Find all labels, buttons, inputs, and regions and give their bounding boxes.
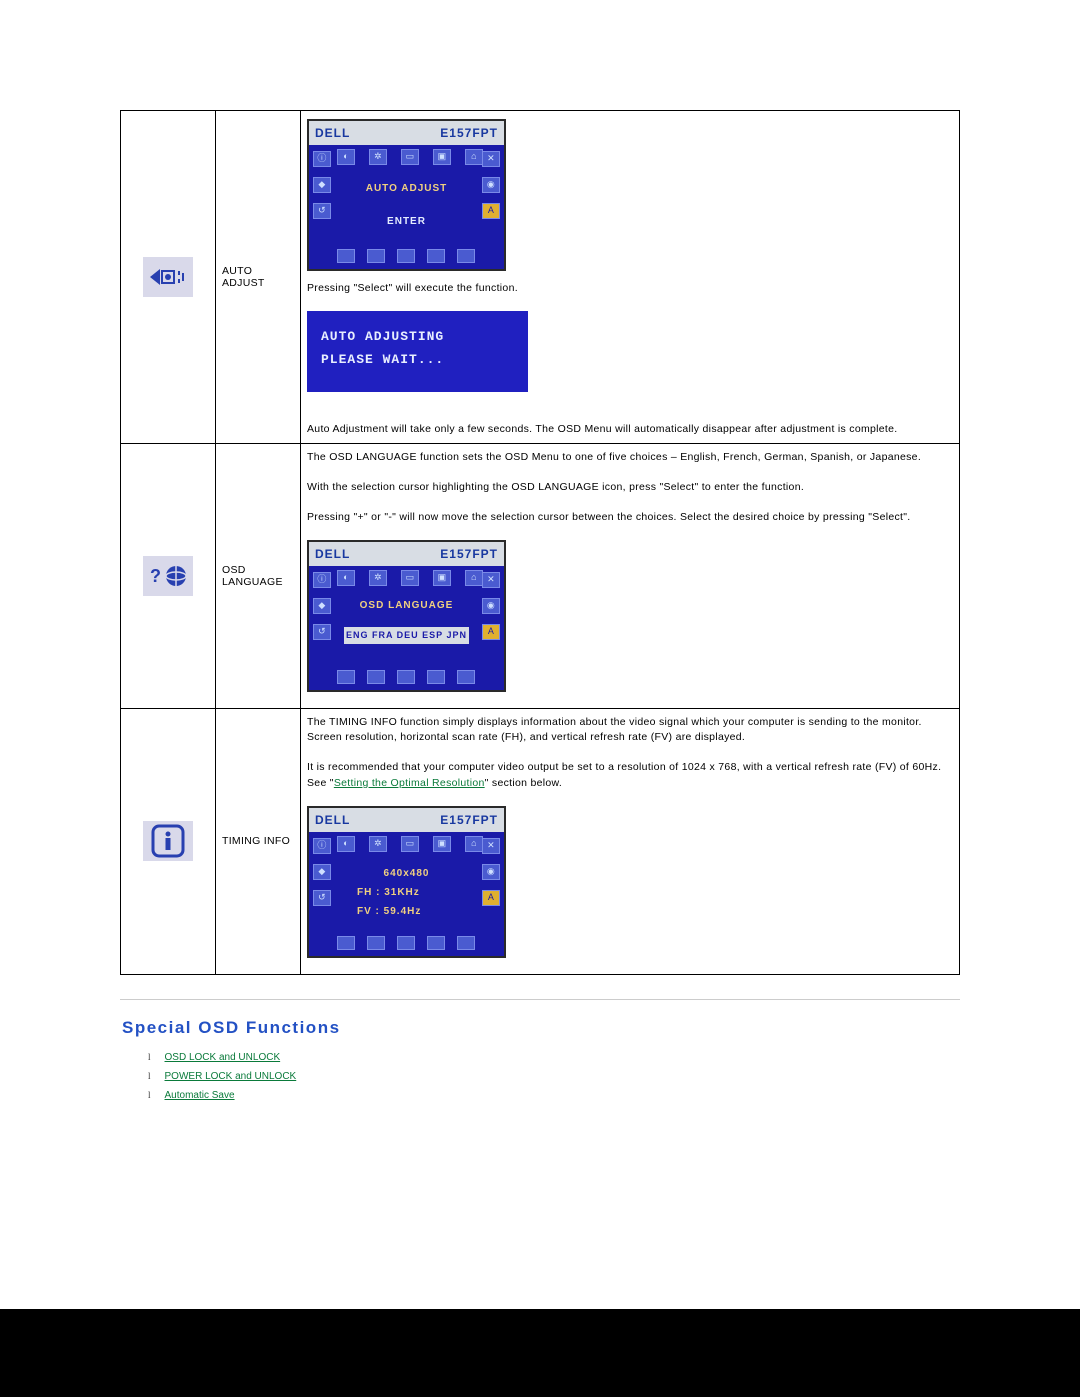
timing-info-icon xyxy=(143,821,193,861)
auto-adjust-p2: Auto Adjustment will take only a few sec… xyxy=(307,422,953,438)
osd-brand: DELL xyxy=(315,124,350,142)
osd-brand: DELL xyxy=(315,811,350,829)
osd-language-icon: ? xyxy=(143,556,193,596)
auto-adjusting-message: AUTO ADJUSTING PLEASE WAIT... xyxy=(307,311,528,392)
svg-text:?: ? xyxy=(150,566,161,586)
divider xyxy=(120,999,960,1000)
label-auto-adjust: AUTO ADJUST xyxy=(216,111,301,444)
osd-top-icons: ◐✲▭▣⌂ xyxy=(309,832,504,854)
osd-language-p1: The OSD LANGUAGE function sets the OSD M… xyxy=(307,450,953,466)
osd-top-icons: ◐✲▭▣⌂ xyxy=(309,566,504,588)
table-row: ? OSD LANGUAGE The OSD LANGUAGE function… xyxy=(121,444,960,708)
table-row: TIMING INFO The TIMING INFO function sim… xyxy=(121,708,960,974)
timing-info-p1: The TIMING INFO function simply displays… xyxy=(307,715,953,747)
auto-adjust-icon xyxy=(143,257,193,297)
osd-timing-resolution: 640x480 xyxy=(339,866,474,881)
label-timing-info: TIMING INFO xyxy=(216,708,301,974)
osd-bottom-icons xyxy=(309,668,504,688)
osd-timing-fv: FV : 59.4Hz xyxy=(357,904,474,919)
desc-timing-info: The TIMING INFO function simply displays… xyxy=(301,708,960,974)
osd-language-p3: Pressing "+" or "-" will now move the se… xyxy=(307,510,953,526)
osd-left-icons: ⓘ◆↺ xyxy=(313,151,331,219)
list-item: Automatic Save xyxy=(148,1090,960,1101)
icon-cell-osd-language: ? xyxy=(121,444,216,708)
osd-functions-table: AUTO ADJUST DELL E157FPT ◐✲▭▣⌂ ⓘ◆↺ ✕◉A A… xyxy=(120,110,960,975)
page: AUTO ADJUST DELL E157FPT ◐✲▭▣⌂ ⓘ◆↺ ✕◉A A… xyxy=(0,0,1080,1309)
osd-model: E157FPT xyxy=(440,545,498,563)
icon-cell-timing-info xyxy=(121,708,216,974)
optimal-resolution-link[interactable]: Setting the Optimal Resolution xyxy=(334,777,485,789)
osd-screenshot-timing: DELL E157FPT ◐✲▭▣⌂ ⓘ◆↺ ✕◉A 640x480 FH : … xyxy=(307,806,506,958)
osd-lock-link[interactable]: OSD LOCK and UNLOCK xyxy=(165,1052,281,1063)
osd-top-icons: ◐✲▭▣⌂ xyxy=(309,145,504,167)
osd-timing-fh: FH : 31KHz xyxy=(357,885,474,900)
power-lock-link[interactable]: POWER LOCK and UNLOCK xyxy=(165,1071,297,1082)
timing-info-p2: It is recommended that your computer vid… xyxy=(307,760,953,792)
osd-right-icons: ✕◉A xyxy=(482,838,500,906)
bluebox-line1: AUTO ADJUSTING xyxy=(321,325,516,348)
desc-osd-language: The OSD LANGUAGE function sets the OSD M… xyxy=(301,444,960,708)
icon-cell-auto-adjust xyxy=(121,111,216,444)
osd-model: E157FPT xyxy=(440,811,498,829)
list-item: OSD LOCK and UNLOCK xyxy=(148,1052,960,1063)
osd-bottom-icons xyxy=(309,934,504,954)
osd-center-line2: ENTER xyxy=(339,214,474,229)
timing-info-p2-post: " section below. xyxy=(485,777,562,789)
list-item: POWER LOCK and UNLOCK xyxy=(148,1071,960,1082)
osd-bottom-icons xyxy=(309,247,504,267)
osd-screenshot-language: DELL E157FPT ◐✲▭▣⌂ ⓘ◆↺ ✕◉A OSD LANGUAGE … xyxy=(307,540,506,692)
label-osd-language: OSD LANGUAGE xyxy=(216,444,301,708)
bluebox-line2: PLEASE WAIT... xyxy=(321,348,516,371)
osd-model: E157FPT xyxy=(440,124,498,142)
osd-left-icons: ⓘ◆↺ xyxy=(313,572,331,640)
osd-screenshot-auto-adjust: DELL E157FPT ◐✲▭▣⌂ ⓘ◆↺ ✕◉A AUTO ADJUST E… xyxy=(307,119,506,271)
osd-right-icons: ✕◉A xyxy=(482,151,500,219)
osd-left-icons: ⓘ◆↺ xyxy=(313,838,331,906)
osd-right-icons: ✕◉A xyxy=(482,572,500,640)
automatic-save-link[interactable]: Automatic Save xyxy=(165,1090,235,1101)
osd-brand: DELL xyxy=(315,545,350,563)
special-osd-heading: Special OSD Functions xyxy=(122,1018,960,1038)
special-osd-links: OSD LOCK and UNLOCK POWER LOCK and UNLOC… xyxy=(120,1052,960,1101)
auto-adjust-p1: Pressing "Select" will execute the funct… xyxy=(307,281,953,297)
desc-auto-adjust: DELL E157FPT ◐✲▭▣⌂ ⓘ◆↺ ✕◉A AUTO ADJUST E… xyxy=(301,111,960,444)
osd-center-line1: OSD LANGUAGE xyxy=(339,598,474,613)
osd-language-p2: With the selection cursor highlighting t… xyxy=(307,480,953,496)
table-row: AUTO ADJUST DELL E157FPT ◐✲▭▣⌂ ⓘ◆↺ ✕◉A A… xyxy=(121,111,960,444)
osd-center-line1: AUTO ADJUST xyxy=(339,181,474,196)
osd-language-options: ENG FRA DEU ESP JPN xyxy=(344,627,469,645)
